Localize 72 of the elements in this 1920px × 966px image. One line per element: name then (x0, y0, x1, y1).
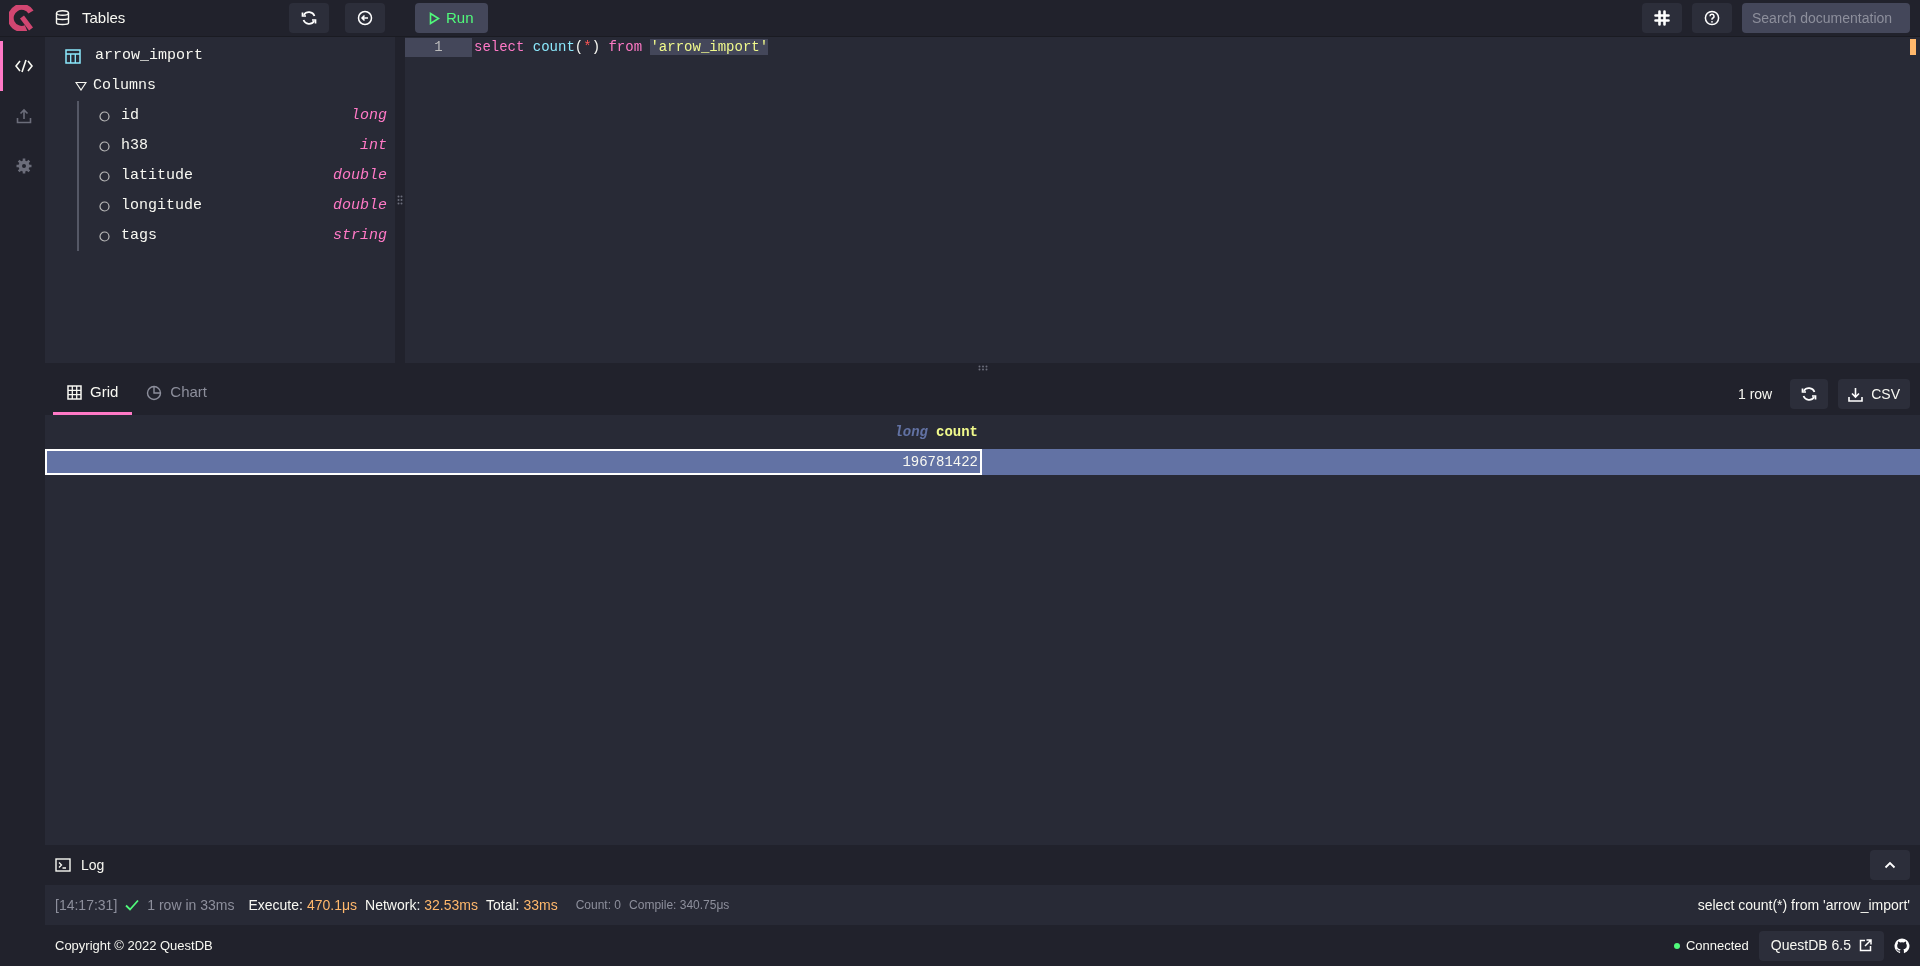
refresh-icon (301, 10, 317, 26)
column-dot-icon (99, 230, 110, 242)
upload-icon (16, 108, 32, 124)
log-time: [14:17:31] (55, 895, 118, 915)
column-dot-icon (99, 200, 110, 212)
line-number: 1 (405, 38, 472, 57)
refresh-button[interactable] (1790, 379, 1829, 409)
scroll-marker (1910, 39, 1916, 55)
log-detail: Compile: 340.75μs (629, 897, 730, 914)
pie-chart-icon (146, 384, 163, 401)
column-name: h38 (121, 135, 148, 156)
drag-handle-icon[interactable] (397, 195, 403, 205)
grid-cell: 196781422 (45, 449, 982, 475)
column-dot-icon (99, 140, 110, 152)
metric-value: 32.53ms (424, 895, 478, 915)
code-icon (15, 58, 33, 74)
column-dot-icon (99, 110, 110, 122)
metric-value: 470.1μs (306, 895, 358, 915)
help-icon (1704, 10, 1720, 26)
column-type: double (333, 165, 387, 186)
column-name: count (936, 422, 978, 442)
row-count: 1 row (1737, 384, 1773, 404)
log-summary: 1 row in 33ms (147, 895, 235, 915)
connection-status: Connected (1685, 936, 1749, 955)
results-tab[interactable]: Grid (53, 373, 133, 415)
caret-down-icon[interactable] (75, 81, 87, 91)
search-field[interactable]: Search documentation (1742, 3, 1910, 33)
grid-row[interactable]: 196781422 (45, 449, 1920, 475)
version-link[interactable]: QuestDB 6.5 (1758, 930, 1884, 961)
play-icon (429, 11, 440, 25)
table-name[interactable]: arrow_import (95, 44, 204, 68)
hash-icon (1654, 10, 1670, 26)
download-icon (1848, 386, 1864, 402)
metric-label: Total: (485, 895, 520, 915)
metric-label: Network: (365, 895, 421, 915)
drag-handle-icon[interactable] (977, 365, 988, 371)
column-type: long (351, 105, 387, 126)
copyright-text: Copyright © 2022 QuestDB (55, 936, 213, 955)
column-name: latitude (121, 165, 193, 186)
column-type: double (333, 195, 387, 216)
back-button[interactable] (345, 3, 385, 33)
settings-icon (16, 158, 32, 174)
column-type: int (360, 135, 387, 156)
query-text: select count(*) from 'arrow_import' (1697, 895, 1910, 915)
collapse-button[interactable] (1870, 850, 1910, 880)
log-detail: Count: 0 (575, 897, 622, 914)
terminal-icon (55, 858, 71, 872)
column-type: string (333, 225, 387, 246)
column-name: tags (121, 225, 157, 246)
run-button[interactable]: Run (415, 3, 488, 33)
panel-title: Tables (82, 7, 126, 28)
column-name: longitude (121, 195, 202, 216)
metric-label: Execute: (248, 895, 303, 915)
chevron-up-icon (1884, 861, 1896, 869)
external-link-icon (1859, 939, 1872, 952)
tree-folder-label[interactable]: Columns (93, 74, 156, 98)
refresh-button[interactable] (289, 3, 329, 33)
database-icon (55, 10, 70, 26)
csv-download-button[interactable]: CSV (1838, 379, 1910, 409)
results-tab[interactable]: Chart (132, 373, 222, 415)
column-name: id (121, 105, 139, 126)
refresh-icon (1801, 386, 1818, 402)
column-type: long (894, 422, 928, 442)
log-title: Log (81, 855, 105, 875)
help-button[interactable] (1692, 3, 1732, 33)
grid-icon (67, 385, 82, 400)
column-dot-icon (99, 170, 110, 182)
code-line[interactable]: select count(*) from 'arrow_import' (474, 38, 769, 57)
github-icon[interactable] (1894, 937, 1910, 954)
slack-button[interactable] (1642, 3, 1682, 33)
table-icon (65, 48, 81, 64)
metric-value: 33ms (523, 895, 558, 915)
